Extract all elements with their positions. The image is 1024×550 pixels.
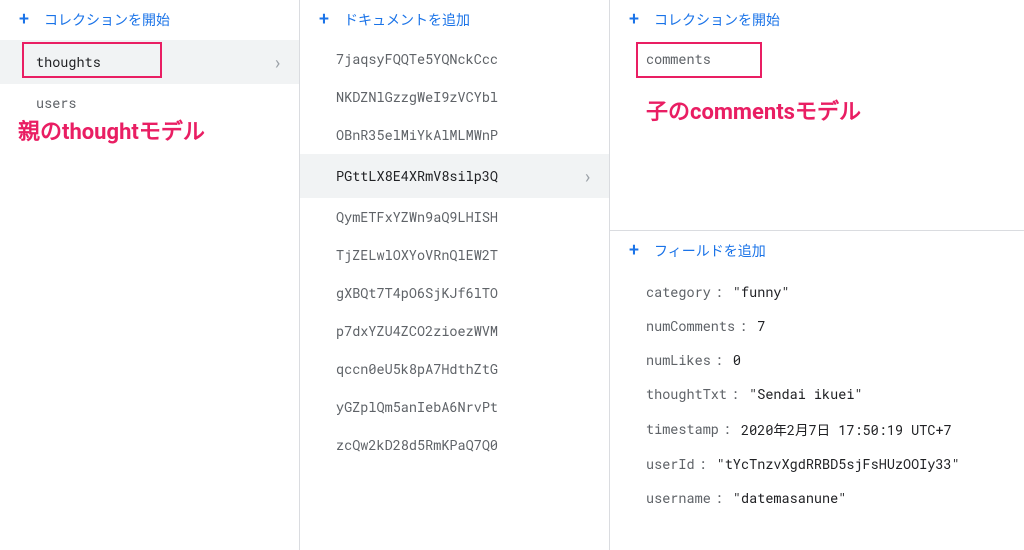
document-item-label: qccn0eU5k8pA7HdthZtG	[336, 360, 593, 378]
document-item[interactable]: NKDZNlGzzgWeI9zVCYbl	[300, 78, 609, 116]
document-item-label: OBnR35elMiYkAlMLMWnP	[336, 126, 593, 144]
document-item[interactable]: zcQw2kD28d5RmKPaQ7Q0	[300, 426, 609, 464]
field-row[interactable]: username:"datemasanune"	[610, 481, 1024, 515]
document-item[interactable]: 7jaqsyFQQTe5YQNckCcc	[300, 40, 609, 78]
documents-list: 7jaqsyFQQTe5YQNckCcc NKDZNlGzzgWeI9zVCYbl…	[300, 40, 609, 464]
field-key: timestamp	[646, 420, 719, 438]
document-item-label: zcQw2kD28d5RmKPaQ7Q0	[336, 436, 593, 454]
document-item-label: gXBQt7T4pO6SjKJf6lTO	[336, 284, 593, 302]
field-value: "datemasanune"	[733, 489, 846, 507]
document-detail-panel: + コレクションを開始 comments 子のcommentsモデル + フィー…	[610, 0, 1024, 550]
document-item-label: NKDZNlGzzgWeI9zVCYbl	[336, 88, 593, 106]
field-value: "Sendai ikuei"	[749, 385, 862, 403]
chevron-right-icon: ›	[266, 50, 283, 74]
collection-item[interactable]: thoughts›	[0, 40, 299, 84]
document-item[interactable]: PGttLX8E4XRmV8silp3Q›	[300, 154, 609, 198]
start-subcollection-label: コレクションを開始	[654, 10, 780, 30]
field-row[interactable]: thoughtTxt:"Sendai ikuei"	[610, 377, 1024, 411]
field-row[interactable]: userId:"tYcTnzvXgdRRBD5sjFsHUzOOIy33"	[610, 447, 1024, 481]
document-item-label: 7jaqsyFQQTe5YQNckCcc	[336, 50, 593, 68]
field-value: "tYcTnzvXgdRRBD5sjFsHUzOOIy33"	[717, 455, 960, 473]
fields-list: category:"funny"numComments:7numLikes:0t…	[610, 271, 1024, 519]
collections-panel: + コレクションを開始 thoughts›users 親のthoughtモデル	[0, 0, 300, 550]
field-colon: :	[715, 283, 729, 301]
field-colon: :	[715, 351, 729, 369]
chevron-right-icon: ›	[576, 164, 593, 188]
start-collection-button[interactable]: + コレクションを開始	[0, 0, 299, 40]
subcollection-item-label: comments	[646, 50, 1008, 68]
document-item-label: p7dxYZU4ZCO2zioezWVM	[336, 322, 593, 340]
document-item[interactable]: yGZplQm5anIebA6NrvPt	[300, 388, 609, 426]
add-field-label: フィールドを追加	[654, 241, 766, 261]
field-value: 7	[757, 317, 765, 335]
document-item-label: yGZplQm5anIebA6NrvPt	[336, 398, 593, 416]
document-item-label: PGttLX8E4XRmV8silp3Q	[336, 167, 576, 185]
plus-icon: +	[316, 11, 332, 29]
field-value: 0	[733, 351, 741, 369]
field-row[interactable]: numComments:7	[610, 309, 1024, 343]
start-subcollection-button[interactable]: + コレクションを開始	[610, 0, 1024, 40]
field-row[interactable]: timestamp:2020年2月7日 17:50:19 UTC+7	[610, 411, 1024, 447]
plus-icon: +	[16, 11, 32, 29]
field-value: "funny"	[733, 283, 790, 301]
collection-item[interactable]: users	[0, 84, 299, 122]
field-key: username	[646, 489, 711, 507]
field-key: thoughtTxt	[646, 385, 727, 403]
field-key: userId	[646, 455, 695, 473]
subcollections-list: comments	[610, 40, 1024, 230]
collections-list: thoughts› users	[0, 40, 299, 122]
field-key: numLikes	[646, 351, 711, 369]
field-colon: :	[731, 385, 745, 403]
document-item[interactable]: QymETFxYZWn9aQ9LHISH	[300, 198, 609, 236]
field-key: numComments	[646, 317, 735, 335]
field-row[interactable]: numLikes:0	[610, 343, 1024, 377]
document-item[interactable]: TjZELwlOXYoVRnQlEW2T	[300, 236, 609, 274]
document-item[interactable]: p7dxYZU4ZCO2zioezWVM	[300, 312, 609, 350]
documents-panel: + ドキュメントを追加 7jaqsyFQQTe5YQNckCcc NKDZNlGz…	[300, 0, 610, 550]
collection-item-label: users	[36, 94, 283, 112]
field-colon: :	[699, 455, 713, 473]
start-collection-label: コレクションを開始	[44, 10, 170, 30]
document-item-label: QymETFxYZWn9aQ9LHISH	[336, 208, 593, 226]
collection-item-label: thoughts	[36, 53, 266, 71]
field-key: category	[646, 283, 711, 301]
plus-icon: +	[626, 11, 642, 29]
document-item[interactable]: qccn0eU5k8pA7HdthZtG	[300, 350, 609, 388]
field-colon: :	[739, 317, 753, 335]
field-row[interactable]: category:"funny"	[610, 275, 1024, 309]
add-document-label: ドキュメントを追加	[344, 10, 470, 30]
add-field-button[interactable]: + フィールドを追加	[610, 231, 1024, 271]
add-document-button[interactable]: + ドキュメントを追加	[300, 0, 609, 40]
field-value: 2020年2月7日 17:50:19 UTC+7	[741, 419, 952, 439]
subcollection-item[interactable]: comments	[610, 40, 1024, 78]
field-colon: :	[723, 420, 737, 438]
plus-icon: +	[626, 242, 642, 260]
document-item-label: TjZELwlOXYoVRnQlEW2T	[336, 246, 593, 264]
field-colon: :	[715, 489, 729, 507]
document-item[interactable]: OBnR35elMiYkAlMLMWnP	[300, 116, 609, 154]
document-item[interactable]: gXBQt7T4pO6SjKJf6lTO	[300, 274, 609, 312]
